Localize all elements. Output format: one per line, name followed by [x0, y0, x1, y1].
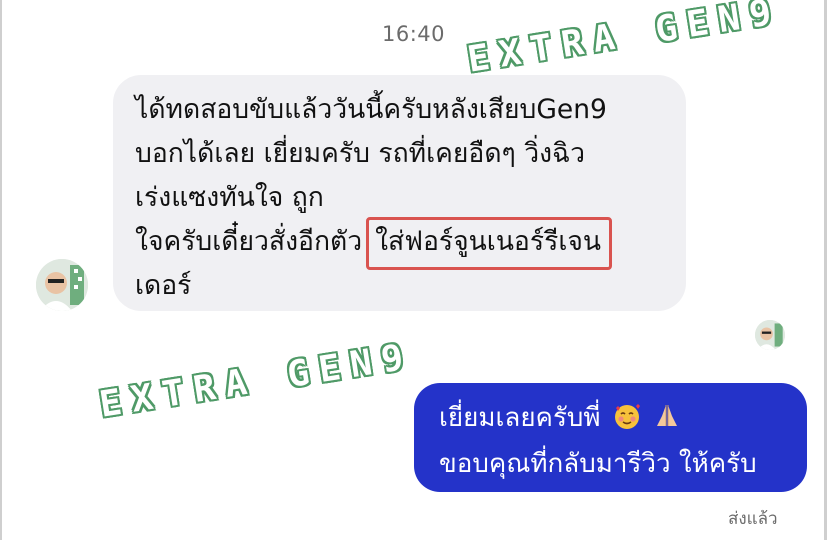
outgoing-line: เยี่ยมเลยครับพี่	[439, 397, 789, 443]
outgoing-message-bubble[interactable]: เยี่ยมเลยครับพี่ ขอบคุณที่กลับมารีวิว ให…	[414, 383, 807, 492]
highlight-box: ใส่ฟอร์จูนเนอร์รีเจน	[366, 217, 613, 270]
outgoing-text: เยี่ยมเลยครับพี่	[439, 403, 601, 433]
folded-hands-icon	[653, 401, 681, 443]
outgoing-line: ขอบคุณที่กลับมารีวิว ให้ครับ	[439, 449, 757, 479]
incoming-text: ใจครับเดี๋ยวสั่งอีกตัว	[135, 226, 363, 257]
incoming-line: เดอร์	[135, 270, 192, 301]
incoming-line: เร่งแซงทันใจ ถูก	[135, 182, 324, 213]
sender-avatar[interactable]	[36, 259, 88, 311]
incoming-line: ได้ทดสอบขับแล้ววันนี้ครับหลังเสียบGen9	[135, 94, 607, 125]
message-timestamp: 16:40	[381, 22, 446, 46]
smiling-face-with-hearts-icon	[613, 401, 641, 443]
incoming-line: ใจครับเดี๋ยวสั่งอีกตัว ใส่ฟอร์จูนเนอร์รีเ…	[135, 217, 666, 270]
incoming-message-bubble[interactable]: ได้ทดสอบขับแล้ววันนี้ครับหลังเสียบGen9 บ…	[113, 75, 686, 311]
incoming-line: บอกได้เลย เยี่ยมครับ รถที่เคยอืดๆ วิ่งฉิ…	[135, 138, 585, 169]
read-receipt-avatar	[755, 320, 785, 350]
sent-status: ส่งแล้ว	[728, 509, 778, 529]
watermark-bottom: EXTRA GEN9	[96, 335, 417, 426]
left-edge	[0, 0, 2, 540]
